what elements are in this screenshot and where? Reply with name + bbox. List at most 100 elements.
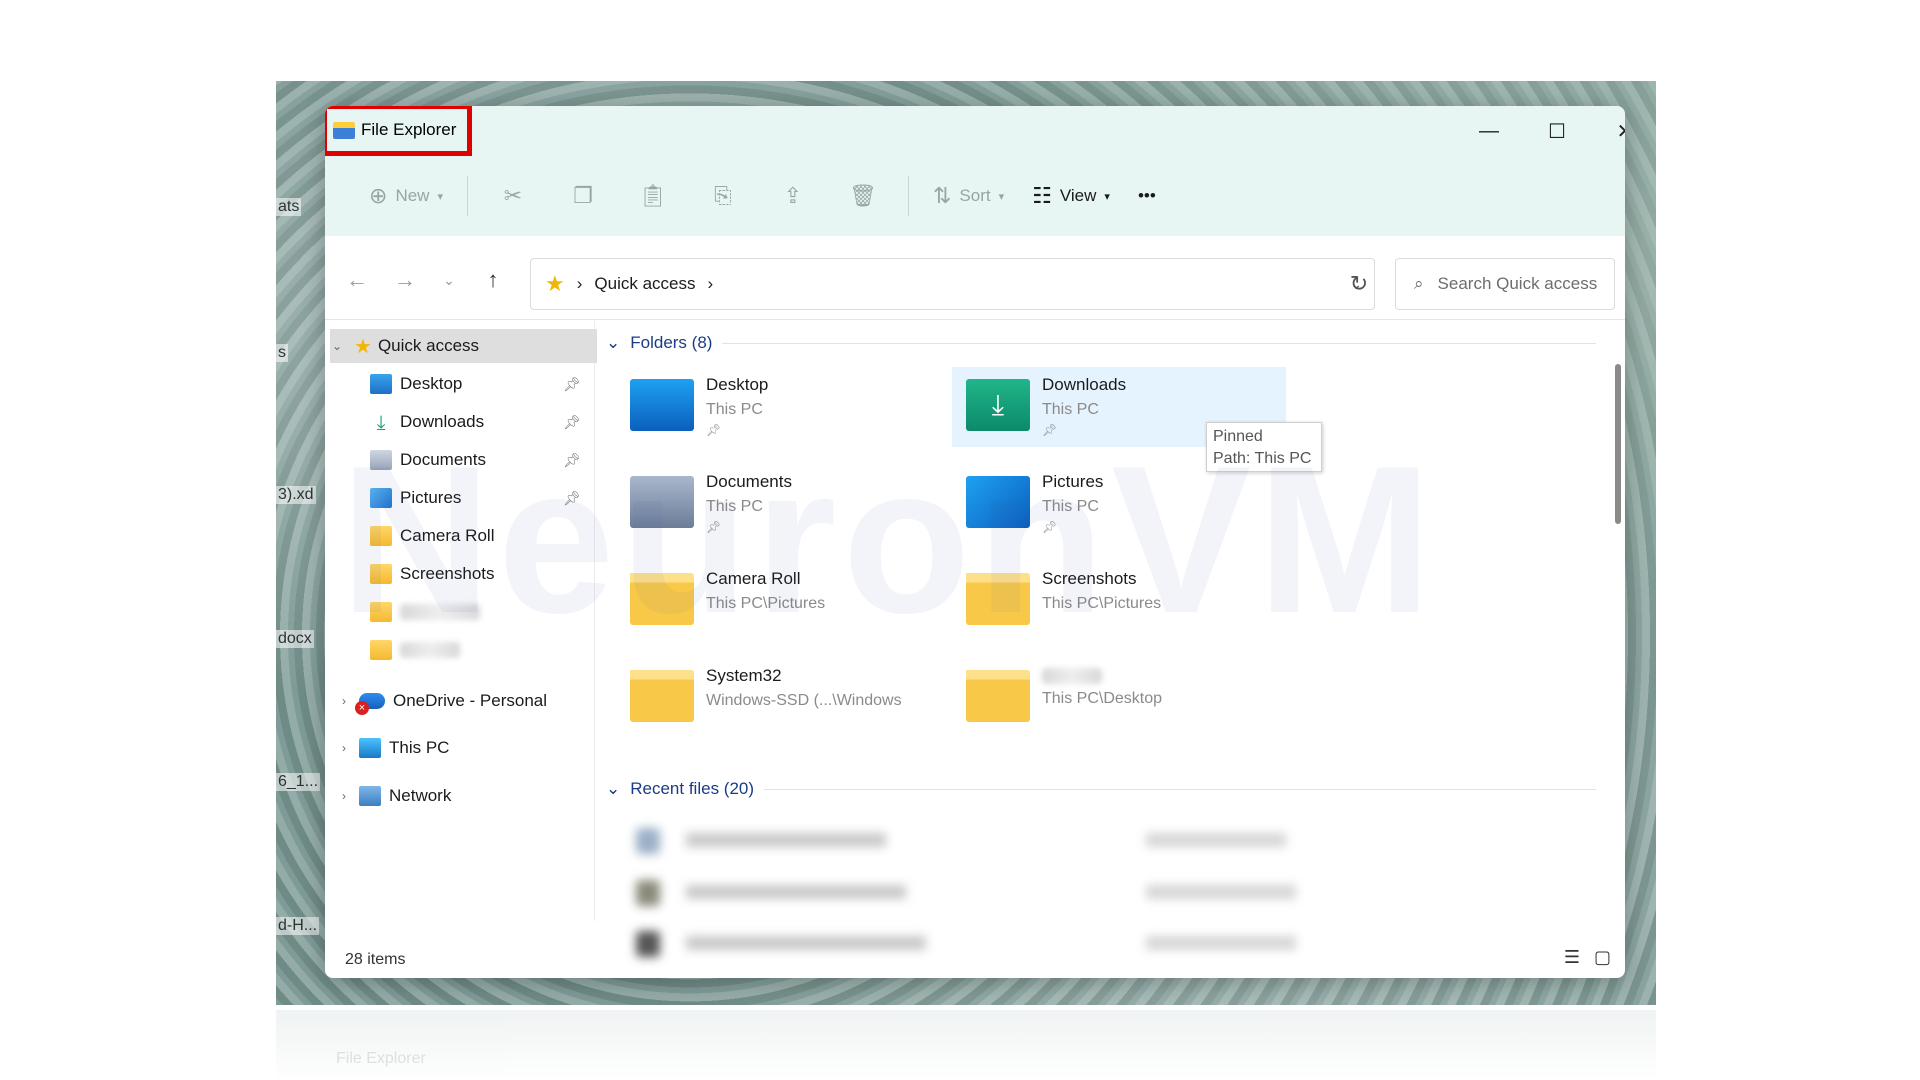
recent-locations-button[interactable]: ⌄: [429, 260, 469, 300]
pin-icon: 📌︎: [706, 520, 722, 534]
sidebar-item-onedrive[interactable]: › OneDrive - Personal: [325, 684, 595, 718]
chevron-down-icon[interactable]: ⌄: [330, 339, 344, 353]
plus-circle-icon: ⊕: [369, 183, 388, 208]
section-title: Recent files (20): [630, 779, 755, 798]
folder-tile-desktop[interactable]: Desktop This PC 📌︎: [616, 367, 950, 447]
view-list-icon: ☷: [1032, 183, 1052, 208]
scissors-icon: ✂: [503, 183, 523, 208]
chevron-right-icon[interactable]: ›: [337, 789, 351, 803]
rename-icon: ⎘: [714, 183, 732, 208]
vertical-scrollbar[interactable]: [1615, 336, 1621, 936]
maximize-button[interactable]: ☐: [1523, 106, 1591, 156]
star-icon: ★: [354, 335, 372, 358]
delete-button[interactable]: 🗑︎: [828, 176, 898, 216]
arrow-up-icon: ↑: [487, 267, 499, 292]
folder-tile-camera-roll[interactable]: Camera Roll This PC\Pictures: [616, 561, 950, 641]
sidebar-item-documents[interactable]: Documents 📌︎: [325, 443, 595, 477]
sidebar-item-this-pc[interactable]: › This PC: [325, 731, 595, 765]
copy-button[interactable]: ❐: [548, 176, 618, 216]
sort-arrows-icon: ⇅: [932, 183, 952, 208]
toolbar-divider: [907, 176, 909, 216]
folder-icon: [630, 670, 694, 722]
sidebar-item-desktop[interactable]: Desktop 📌︎: [325, 367, 595, 401]
recent-files-section-header[interactable]: ⌄ Recent files (20): [606, 779, 1596, 799]
sidebar-item-label: Desktop: [400, 374, 463, 393]
chevron-down-icon: ⌄: [606, 333, 621, 352]
chevron-right-icon[interactable]: ›: [337, 741, 351, 755]
forward-button[interactable]: →: [385, 260, 425, 300]
refresh-button[interactable]: ↻: [1337, 258, 1381, 310]
sidebar-item-camera-roll[interactable]: Camera Roll: [325, 519, 595, 553]
pin-icon: 📌︎: [563, 375, 581, 392]
back-button[interactable]: ←: [337, 260, 377, 300]
sidebar-item-downloads[interactable]: ⤓ Downloads 📌︎: [325, 405, 595, 439]
search-input[interactable]: ⌕ Search Quick access: [1395, 258, 1615, 310]
download-icon: ⤓: [376, 412, 386, 434]
tooltip-line: Path: This PC: [1213, 450, 1312, 467]
up-button[interactable]: ↑: [473, 260, 513, 300]
pin-icon: 📌︎: [563, 451, 581, 468]
status-bar: 28 items ☰ ▢: [325, 941, 1625, 978]
sidebar-item-pictures[interactable]: Pictures 📌︎: [325, 481, 595, 515]
tooltip: Pinned Path: This PC: [1206, 422, 1322, 472]
breadcrumb-separator-icon: ›: [576, 274, 583, 293]
sort-button[interactable]: ⇅ Sort ▾: [919, 176, 1018, 216]
tile-name: Screenshots: [1042, 569, 1137, 588]
recent-file-row-redacted[interactable]: [636, 828, 1336, 854]
redacted-label: [400, 604, 480, 620]
search-icon: ⌕: [1414, 274, 1424, 293]
address-bar: ← → ⌄ ↑ ★ › Quick access › ⌄ ↻ ⌕ Search …: [325, 236, 1625, 320]
more-options-button[interactable]: •••: [1124, 176, 1170, 216]
desktop-label-fragment[interactable]: docx: [276, 630, 314, 648]
minimize-button[interactable]: —: [1455, 106, 1523, 156]
new-button[interactable]: ⊕ New ▾: [355, 176, 457, 216]
large-icons-view-icon[interactable]: ▢: [1594, 947, 1611, 968]
chevron-right-icon[interactable]: ›: [337, 694, 351, 708]
folder-tile-system32[interactable]: System32 Windows-SSD (...\Windows: [616, 658, 950, 738]
details-view-icon[interactable]: ☰: [1564, 947, 1580, 968]
tile-location: This PC: [1042, 401, 1099, 418]
desktop-label-fragment[interactable]: 3).xd: [276, 486, 316, 504]
share-button[interactable]: ⇪: [758, 176, 828, 216]
scrollbar-thumb[interactable]: [1615, 364, 1621, 524]
desktop-label-fragment[interactable]: s: [276, 344, 288, 362]
copy-icon: ❐: [573, 183, 593, 208]
sidebar-item-network[interactable]: › Network: [325, 779, 595, 813]
title-highlight-box: File Explorer: [325, 106, 472, 156]
tile-location: This PC: [1042, 498, 1099, 515]
title-bar[interactable]: File Explorer — ☐ ✕: [325, 106, 1625, 156]
folder-tile-documents[interactable]: Documents This PC 📌︎: [616, 464, 950, 544]
sidebar-item-quick-access[interactable]: ⌄ ★ Quick access: [330, 329, 597, 363]
folder-tile-redacted[interactable]: This PC\Desktop: [952, 658, 1286, 738]
rename-button[interactable]: ⎘: [688, 176, 758, 216]
folder-icon: [370, 602, 392, 622]
close-button[interactable]: ✕: [1591, 106, 1625, 156]
file-explorer-window: File Explorer — ☐ ✕ ⊕ New ▾ ✂ ❐ 📋︎ ⎘ ⇪ 🗑…: [325, 106, 1625, 978]
download-folder-icon: ⤓: [966, 379, 1030, 431]
breadcrumb-quick-access[interactable]: Quick access: [594, 274, 695, 294]
file-explorer-icon: [333, 121, 355, 139]
folders-section-header[interactable]: ⌄ Folders (8): [606, 333, 1596, 353]
desktop-label-fragment[interactable]: d-H...: [276, 917, 320, 935]
view-button[interactable]: ☷ View ▾: [1018, 176, 1124, 216]
path-input[interactable]: ★ › Quick access › ⌄: [530, 258, 1375, 310]
sidebar-item-redacted[interactable]: [325, 633, 595, 667]
search-placeholder: Search Quick access: [1437, 274, 1598, 293]
desktop-label-fragment[interactable]: 6_1...: [276, 773, 321, 791]
sidebar-item-redacted[interactable]: [325, 595, 595, 629]
folder-tile-screenshots[interactable]: Screenshots This PC\Pictures: [952, 561, 1286, 641]
clipboard-icon: 📋︎: [639, 183, 667, 208]
desktop-label-fragment[interactable]: ats: [276, 198, 302, 216]
cut-button[interactable]: ✂: [478, 176, 548, 216]
section-title: Folders (8): [630, 333, 713, 352]
paste-button[interactable]: 📋︎: [618, 176, 688, 216]
redacted-label: [400, 642, 460, 658]
folder-icon: [630, 573, 694, 625]
recent-file-row-redacted[interactable]: [636, 880, 1336, 906]
desktop-icon: [370, 374, 392, 394]
folder-icon: [370, 564, 392, 584]
desktop-folder-icon: [630, 379, 694, 431]
sidebar-item-screenshots[interactable]: Screenshots: [325, 557, 595, 591]
folder-tile-pictures[interactable]: Pictures This PC 📌︎: [952, 464, 1286, 544]
breadcrumb-separator-icon[interactable]: ›: [708, 274, 714, 294]
